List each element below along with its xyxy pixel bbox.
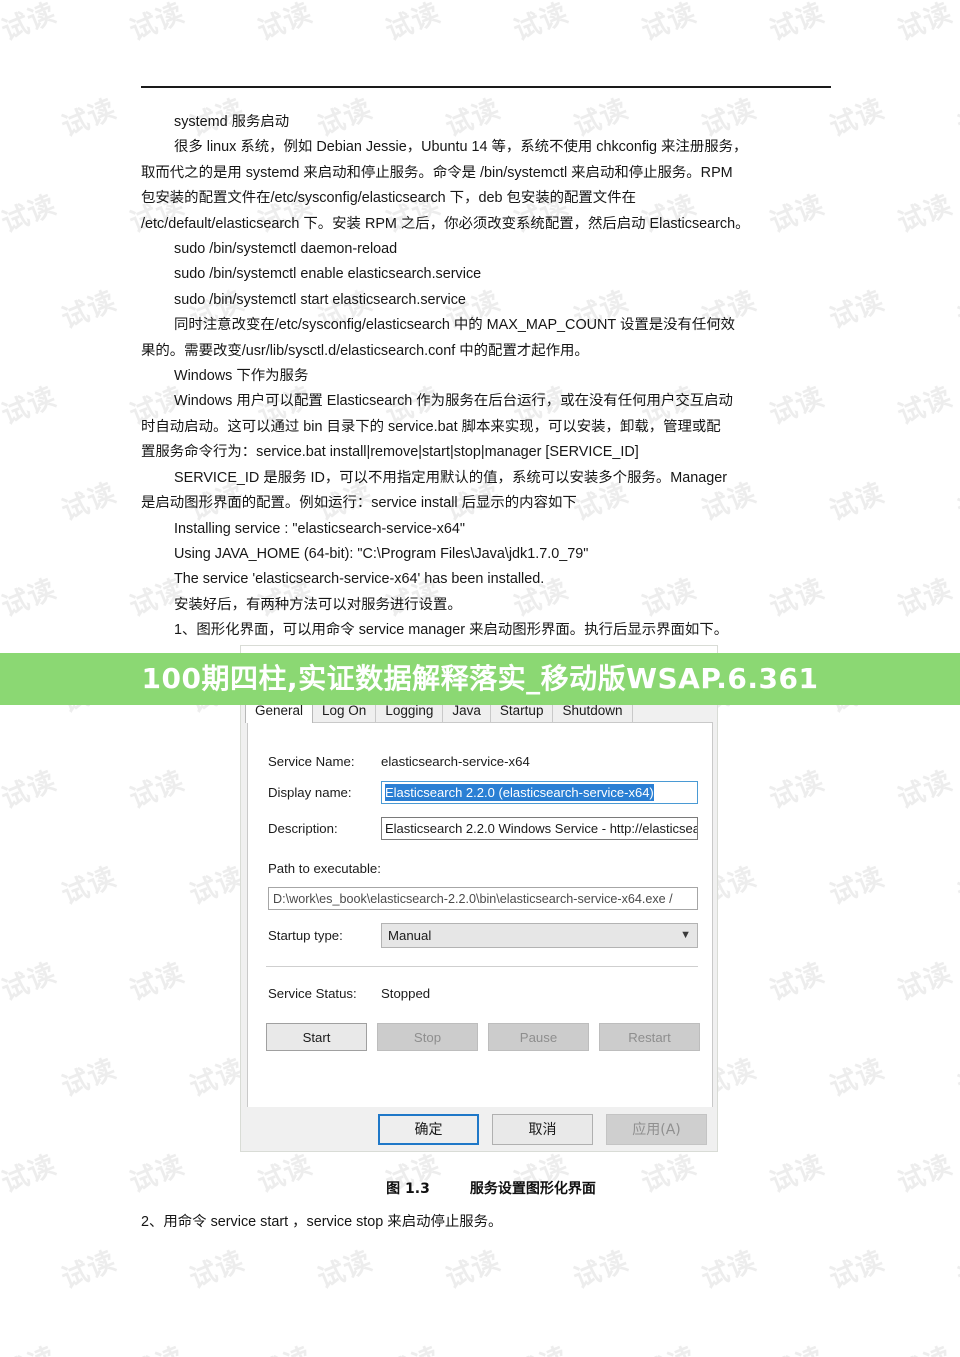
body-line-18: The service 'elasticsearch-service-x64' … bbox=[174, 571, 545, 588]
service-manager-dialog: Elasticsearch 2.2.0 (elasticsearch-servi… bbox=[240, 645, 718, 1152]
ok-button[interactable]: 确定 bbox=[378, 1113, 479, 1145]
startup-type-label: Startup type: bbox=[268, 927, 343, 943]
description-row: Description: Elasticsearch 2.2.0 Windows… bbox=[268, 816, 698, 840]
promo-banner-text: 100期四柱,实证数据解释落实_移动版WSAP.6.361 bbox=[141, 662, 819, 695]
header-divider-rule bbox=[141, 86, 831, 88]
document-body-text: systemd 服务启动很多 linux 系统，例如 Debian Jessie… bbox=[141, 110, 841, 644]
body-line-8: 同时注意改变在/etc/sysconfig/elasticsearch 中的 M… bbox=[174, 317, 736, 334]
startup-type-value: Manual bbox=[388, 927, 432, 943]
apply-button: 应用(A) bbox=[606, 1113, 707, 1145]
body-line-16: Installing service : "elasticsearch-serv… bbox=[174, 520, 465, 537]
promo-banner: 100期四柱,实证数据解释落实_移动版WSAP.6.361 bbox=[0, 653, 960, 705]
body-line-13: 置服务命令行为：service.bat install|remove|start… bbox=[141, 444, 639, 461]
display-name-row: Display name: Elasticsearch 2.2.0 (elast… bbox=[268, 780, 698, 804]
body-line-11: Windows 用户可以配置 Elasticsearch 作为服务在后台运行，或… bbox=[174, 393, 733, 410]
body-line-17: Using JAVA_HOME (64-bit): "C:\Program Fi… bbox=[174, 545, 589, 562]
body-line-12: 时自动启动。这可以通过 bin 目录下的 service.bat 脚本来实现，可… bbox=[141, 418, 721, 435]
body-line-15: 是启动图形界面的配置。例如运行：service install 后显示的内容如下 bbox=[141, 495, 577, 512]
tab-log-on-label: Log On bbox=[322, 703, 367, 718]
cancel-button-label: 取消 bbox=[528, 1122, 557, 1138]
startup-type-row: Startup type: Manual ▼ bbox=[268, 922, 698, 948]
general-tab-panel: Service Name: elasticsearch-service-x64 … bbox=[247, 722, 713, 1109]
body-line-6: sudo /bin/systemctl enable elasticsearch… bbox=[174, 266, 482, 283]
service-name-label: Service Name: bbox=[268, 753, 355, 769]
body-line-2: 取而代之的是用 systemd 来启动和停止服务。命令是 /bin/system… bbox=[141, 164, 733, 181]
apply-button-label: 应用(A) bbox=[632, 1122, 681, 1138]
body-line-4: /etc/default/elasticsearch 下。安装 RPM 之后，你… bbox=[141, 215, 750, 232]
body-line-0: systemd 服务启动 bbox=[174, 114, 290, 130]
service-name-value: elasticsearch-service-x64 bbox=[381, 753, 530, 769]
tab-startup-label: Startup bbox=[499, 703, 544, 718]
body-line-1: 很多 linux 系统，例如 Debian Jessie，Ubuntu 14 等… bbox=[174, 139, 748, 156]
display-name-input-value: Elasticsearch 2.2.0 (elasticsearch-servi… bbox=[385, 783, 654, 801]
tab-general-label: General bbox=[255, 703, 304, 718]
startup-type-select[interactable]: Manual ▼ bbox=[381, 922, 698, 948]
start-button[interactable]: Start bbox=[266, 1023, 367, 1051]
description-input-value: Elasticsearch 2.2.0 Windows Service - ht… bbox=[385, 820, 698, 836]
body-line-14: SERVICE_ID 是服务 ID，可以不用指定用默认的值，系统可以安装多个服务… bbox=[174, 469, 728, 486]
description-label: Description: bbox=[268, 820, 338, 836]
tab-logging-label: Logging bbox=[385, 703, 434, 718]
path-to-executable-label: Path to executable: bbox=[268, 861, 381, 876]
tab-java-label: Java bbox=[452, 703, 481, 718]
panel-divider bbox=[266, 966, 698, 967]
restart-button: Restart bbox=[599, 1023, 700, 1051]
path-to-executable-value: D:\work\es_book\elasticsearch-2.2.0\bin\… bbox=[273, 891, 673, 906]
service-status-row: Service Status: Stopped bbox=[268, 981, 698, 1005]
display-name-input[interactable]: Elasticsearch 2.2.0 (elasticsearch-servi… bbox=[381, 780, 698, 804]
start-button-label: Start bbox=[302, 1029, 331, 1045]
body-line-10: Windows 下作为服务 bbox=[174, 368, 309, 385]
display-name-label: Display name: bbox=[268, 784, 352, 800]
dialog-footer: 确定 取消 应用(A) bbox=[241, 1107, 717, 1151]
service-name-row: Service Name: elasticsearch-service-x64 bbox=[268, 749, 698, 773]
body-line-9: 果的。需要改变/usr/lib/sysctl.d/elasticsearch.c… bbox=[141, 342, 589, 359]
tab-shutdown-label: Shutdown bbox=[562, 703, 623, 718]
service-control-buttons: Start Stop Pause Restart bbox=[266, 1023, 700, 1051]
body-line-19: 安装好后，有两种方法可以对服务进行设置。 bbox=[174, 596, 462, 613]
chevron-down-icon: ▼ bbox=[680, 929, 691, 941]
body-line-3: 包安装的配置文件在/etc/sysconfig/elasticsearch 下，… bbox=[141, 190, 636, 207]
service-status-value: Stopped bbox=[381, 985, 431, 1001]
figure-caption-number: 图 1.3 bbox=[386, 1181, 430, 1197]
description-input[interactable]: Elasticsearch 2.2.0 Windows Service - ht… bbox=[381, 816, 698, 840]
body-line-20: 1、图形化界面，可以用命令 service manager 来启动图形界面。执行… bbox=[174, 622, 729, 639]
stop-button-label: Stop bbox=[413, 1029, 442, 1045]
cancel-button[interactable]: 取消 bbox=[492, 1113, 593, 1145]
stop-button: Stop bbox=[377, 1023, 478, 1051]
restart-button-label: Restart bbox=[628, 1029, 671, 1045]
ok-button-label: 确定 bbox=[414, 1122, 443, 1138]
figure-caption: 图 1.3 服务设置图形化界面 bbox=[141, 1178, 841, 1198]
body-line-7: sudo /bin/systemctl start elasticsearch.… bbox=[174, 291, 466, 308]
pause-button: Pause bbox=[488, 1023, 589, 1051]
figure-caption-title: 服务设置图形化界面 bbox=[469, 1181, 596, 1197]
path-to-executable-input[interactable]: D:\work\es_book\elasticsearch-2.2.0\bin\… bbox=[268, 887, 698, 910]
trailing-paragraph: 2、用命令 service start ，service stop 来启动停止服… bbox=[141, 1214, 503, 1230]
service-status-label: Service Status: bbox=[268, 985, 357, 1001]
body-line-5: sudo /bin/systemctl daemon-reload bbox=[174, 241, 398, 258]
pause-button-label: Pause bbox=[519, 1029, 558, 1045]
